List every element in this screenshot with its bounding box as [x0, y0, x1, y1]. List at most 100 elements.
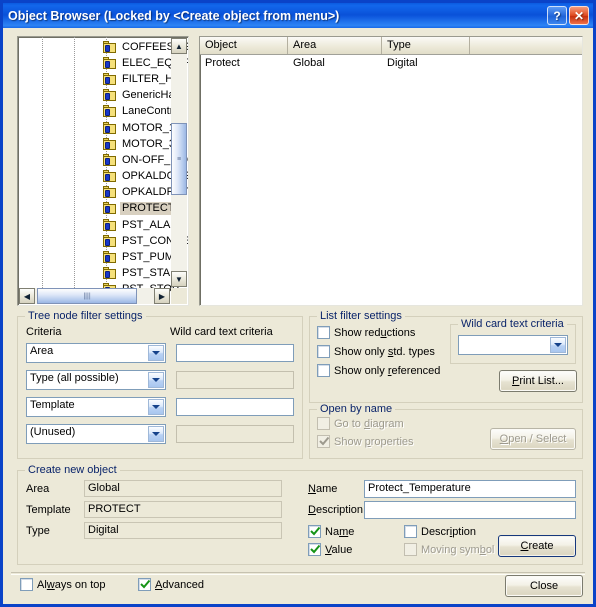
- description-input[interactable]: [364, 501, 576, 519]
- wildcard-criteria-combo[interactable]: [458, 335, 568, 355]
- checkbox-show-reductions[interactable]: Show reductions: [317, 326, 415, 339]
- criteria-combo-1[interactable]: Type (all possible): [26, 370, 166, 390]
- tree-vertical-scroll-thumb[interactable]: ≡: [171, 123, 187, 195]
- print-list-button[interactable]: Print List...: [499, 370, 577, 392]
- object-list-body[interactable]: Protect Global Digital: [200, 55, 582, 71]
- list-row[interactable]: Protect Global Digital: [200, 55, 582, 71]
- folder-object-icon: [102, 72, 117, 86]
- tree-item[interactable]: PROTECT: [18, 201, 188, 217]
- tree-scroll-right-button[interactable]: ▶: [154, 288, 170, 304]
- area-label: Area: [26, 483, 50, 495]
- title-bar[interactable]: Object Browser (Locked by <Create object…: [3, 3, 593, 28]
- tree-item[interactable]: PST_CONNE: [18, 233, 188, 249]
- chevron-down-icon[interactable]: [148, 399, 164, 415]
- show-referenced-label: Show only referenced: [334, 364, 441, 377]
- tree-item[interactable]: PST_PUMP: [18, 249, 188, 265]
- list-column-header[interactable]: Type: [382, 37, 470, 54]
- moving-symbol-checkbox-box: [404, 543, 417, 556]
- type-label: Type: [26, 525, 50, 537]
- tree-item[interactable]: MOTOR_1: [18, 120, 188, 136]
- tree-item[interactable]: ELEC_EQUIP: [18, 55, 188, 71]
- object-browser-window: Object Browser (Locked by <Create object…: [0, 0, 596, 607]
- tree-item[interactable]: PST_ALARM: [18, 217, 188, 233]
- list-column-header[interactable]: Area: [288, 37, 382, 54]
- chevron-down-icon[interactable]: [148, 345, 164, 361]
- tree-scroll-down-button[interactable]: ▼: [171, 271, 187, 287]
- wildcard-input-2[interactable]: [176, 398, 294, 416]
- folder-object-icon: [102, 202, 117, 215]
- tree-item[interactable]: COFFEESUG: [18, 39, 188, 55]
- tree-item[interactable]: FILTER_HI_: [18, 71, 188, 87]
- folder-object-icon: [102, 105, 117, 118]
- checkbox-show-only-referenced[interactable]: Show only referenced: [317, 364, 440, 377]
- description-checkbox-box[interactable]: [404, 525, 417, 538]
- tree-item-label: MOTOR_1: [122, 121, 175, 134]
- folder-object-icon: [102, 89, 117, 102]
- folder-object-icon: [102, 56, 117, 70]
- checkbox-advanced[interactable]: Advanced: [138, 578, 204, 591]
- chevron-down-icon[interactable]: [148, 372, 164, 388]
- list-cell-area: Global: [293, 57, 325, 69]
- name-checkbox-box[interactable]: [308, 525, 321, 538]
- tree-item[interactable]: GenericHand: [18, 88, 188, 104]
- checkbox-name[interactable]: Name: [308, 525, 354, 538]
- tree-scroll-left-button[interactable]: ◀: [19, 288, 35, 304]
- chevron-down-icon[interactable]: [550, 337, 566, 353]
- always-on-top-box[interactable]: [20, 578, 33, 591]
- value-checkbox-box[interactable]: [308, 543, 321, 556]
- description-checkbox-label: Description: [421, 525, 477, 538]
- list-column-header[interactable]: Object: [200, 37, 288, 54]
- checkbox-description[interactable]: Description: [404, 525, 476, 538]
- description-label: Description: [308, 504, 364, 516]
- help-icon[interactable]: ?: [547, 6, 567, 25]
- folder-object-icon: [102, 170, 117, 183]
- type-field: Digital: [84, 522, 282, 539]
- show-reductions-label: Show reductions: [334, 326, 416, 339]
- show-referenced-box[interactable]: [317, 364, 330, 377]
- wildcard-criteria-caption: Wild card text criteria: [458, 318, 567, 330]
- name-checkbox-label: Name: [325, 525, 355, 538]
- open-select-button: Open / Select: [490, 428, 576, 450]
- tree-horizontal-scroll-thumb[interactable]: ||||: [37, 288, 137, 304]
- tree-item[interactable]: OPKALDOPS: [18, 169, 188, 185]
- show-std-types-box[interactable]: [317, 345, 330, 358]
- checkbox-value[interactable]: Value: [308, 543, 352, 556]
- criteria-combo-2[interactable]: Template: [26, 397, 166, 417]
- checkbox-show-only-std-types[interactable]: Show only std. types: [317, 345, 435, 358]
- object-list-header[interactable]: Object Area Type: [200, 37, 582, 55]
- template-label: Template: [26, 504, 71, 516]
- template-field: PROTECT: [84, 501, 282, 518]
- object-list-panel[interactable]: Object Area Type Protect Global Digital: [199, 36, 583, 306]
- object-tree[interactable]: COFFEESUG ELEC_EQUIP FILTER_HI_ GenericHand…: [18, 37, 188, 305]
- folder-object-icon: [102, 218, 117, 232]
- area-field: Global: [84, 480, 282, 497]
- tree-item[interactable]: ON-OFF_MO: [18, 152, 188, 168]
- close-button[interactable]: Close: [505, 575, 583, 597]
- tree-item[interactable]: OPKALDPRT: [18, 185, 188, 201]
- tree-scroll-up-button[interactable]: ▲: [171, 38, 187, 54]
- tree-horizontal-scrollbar[interactable]: ◀ |||| ▶: [19, 288, 170, 304]
- folder-object-icon: [102, 153, 117, 167]
- close-icon[interactable]: ✕: [569, 6, 589, 25]
- tree-item[interactable]: MOTOR_3: [18, 136, 188, 152]
- tree-item[interactable]: PST_START: [18, 266, 188, 282]
- criteria-combo-value: (Unused): [30, 426, 76, 438]
- chevron-down-icon[interactable]: [148, 426, 164, 442]
- name-input[interactable]: Protect_Temperature: [364, 480, 576, 498]
- folder-object-icon: [102, 121, 117, 135]
- tree-vertical-scrollbar[interactable]: ▲ ≡ ▼: [171, 38, 187, 287]
- create-button[interactable]: Create: [498, 535, 576, 557]
- object-tree-panel[interactable]: COFFEESUG ELEC_EQUIP FILTER_HI_ GenericHand…: [17, 36, 189, 306]
- criteria-combo-value: Type (all possible): [30, 372, 119, 384]
- go-to-diagram-label: Go to diagram: [334, 417, 404, 430]
- value-checkbox-label: Value: [325, 543, 353, 556]
- wildcard-input-0[interactable]: [176, 344, 294, 362]
- advanced-box[interactable]: [138, 578, 151, 591]
- criteria-combo-0[interactable]: Area: [26, 343, 166, 363]
- folder-object-icon: [102, 137, 117, 151]
- criteria-combo-3[interactable]: (Unused): [26, 424, 166, 444]
- checkbox-always-on-top[interactable]: Always on top: [20, 578, 106, 591]
- tree-item[interactable]: LaneControl: [18, 104, 188, 120]
- name-label: Name: [308, 483, 338, 495]
- show-reductions-box[interactable]: [317, 326, 330, 339]
